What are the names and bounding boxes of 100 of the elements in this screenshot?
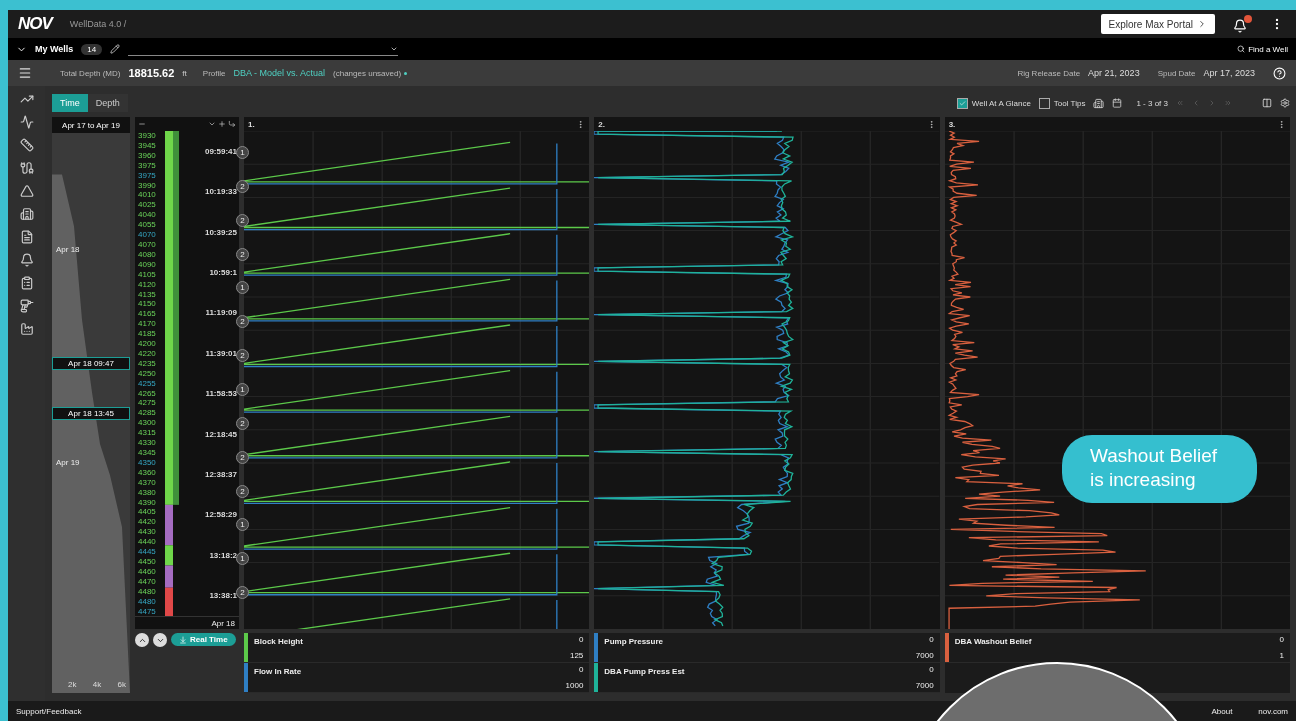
legend-max: 1000 xyxy=(565,681,584,690)
range-handle[interactable]: Apr 18 09:47 xyxy=(52,357,130,370)
rig-release-date: Apr 21, 2023 xyxy=(1088,68,1140,78)
factory-icon[interactable] xyxy=(19,322,34,336)
depth-label: 4380 xyxy=(137,487,157,497)
rig-release-label: Rig Release Date xyxy=(1017,68,1081,78)
legend-name: DBA Washout Belief xyxy=(953,636,1033,648)
drill-icon[interactable] xyxy=(19,299,34,313)
depth-label: 4430 xyxy=(137,527,157,537)
portal-button[interactable]: Explore Max Portal xyxy=(1100,14,1215,34)
more-icon[interactable] xyxy=(1277,119,1286,129)
depth-label: 3990 xyxy=(137,180,157,190)
panel-title: 1. xyxy=(248,119,255,129)
bell-icon[interactable] xyxy=(19,253,34,267)
depth-label: 4460 xyxy=(137,566,157,576)
depth-label: 4055 xyxy=(137,220,157,230)
ruler-icon[interactable] xyxy=(19,138,34,152)
legend-min: 0 xyxy=(578,665,584,674)
axis-label: 4k xyxy=(92,680,102,689)
document-icon[interactable] xyxy=(19,230,34,244)
depth-label: 4475 xyxy=(137,606,157,616)
plus-icon[interactable] xyxy=(218,120,226,128)
depth-label: 4090 xyxy=(137,259,157,269)
chevron-icon[interactable] xyxy=(208,120,216,128)
depth-label: 4135 xyxy=(137,289,157,299)
legend-name: Flow In Rate xyxy=(253,666,303,678)
depth-label: 4480 xyxy=(137,586,157,596)
total-depth-value: 18815.62 xyxy=(128,67,175,79)
depth-label: 4330 xyxy=(137,438,157,448)
building-icon[interactable] xyxy=(19,207,34,221)
legend-name: Pump Pressure xyxy=(603,636,665,648)
depth-label: 3975 xyxy=(137,160,157,170)
pencil-icon[interactable] xyxy=(110,44,121,54)
event-marker[interactable]: 2 xyxy=(236,247,249,261)
scroll-down-button[interactable] xyxy=(153,633,167,647)
time-label: 13:38:1 xyxy=(209,591,237,601)
profile-name: DBA - Model vs. Actual xyxy=(233,68,326,78)
paging-text: 1 - 3 of 3 xyxy=(1136,98,1168,108)
axis-label: 2k xyxy=(68,680,77,689)
event-marker[interactable]: 1 xyxy=(236,383,249,396)
legend-min: 0 xyxy=(1279,635,1284,644)
depth-label: 4480 xyxy=(137,596,157,606)
cable-icon[interactable] xyxy=(19,161,34,175)
settings-icon[interactable] xyxy=(1280,98,1290,108)
calendar-icon[interactable] xyxy=(1112,98,1123,108)
depth-label: 4285 xyxy=(137,408,157,418)
total-depth-label: Total Depth (MD) xyxy=(60,68,121,78)
panel-title: 2. xyxy=(598,119,605,129)
panel-title: 3. xyxy=(948,119,956,129)
depth-label: 3945 xyxy=(137,140,157,150)
depth-label: 4070 xyxy=(137,239,157,249)
time-label: 12:58:29 xyxy=(204,510,237,520)
check-icon xyxy=(958,99,966,107)
legend-min: 0 xyxy=(578,635,584,644)
time-label: 10:39:25 xyxy=(204,227,237,237)
clipboard-icon[interactable] xyxy=(19,276,34,290)
depth-label: 3975 xyxy=(137,170,157,180)
menu-icon[interactable] xyxy=(18,66,32,80)
depth-label: 4405 xyxy=(137,507,157,517)
notification-button[interactable] xyxy=(1233,15,1252,33)
scroll-up-button[interactable] xyxy=(135,633,149,647)
callout-bubble: Washout Belief is increasing xyxy=(1062,435,1257,503)
depth-label: 4250 xyxy=(137,368,157,378)
chevron-icon xyxy=(1197,19,1207,29)
event-marker[interactable]: 1 xyxy=(236,145,249,159)
time-label: 12:18:45 xyxy=(204,429,237,439)
depth-label: 4300 xyxy=(137,418,157,428)
view-tab[interactable]: Depth xyxy=(87,94,128,112)
depth-label: 4170 xyxy=(137,319,157,329)
profile-label: Profile xyxy=(202,68,226,78)
option-checkbox[interactable]: Tool Tips xyxy=(1038,97,1086,109)
time-label: 09:59:41 xyxy=(204,146,237,156)
time-label: 12:38:37 xyxy=(204,469,237,479)
spud-label: Spud Date xyxy=(1157,68,1196,78)
date-range: Apr 17 to Apr 19 xyxy=(52,117,130,133)
depth-label: 4080 xyxy=(137,249,157,259)
depth-label: 4315 xyxy=(137,428,157,438)
breadcrumb: WellData 4.0 / xyxy=(69,19,128,29)
wells-label: My Wells xyxy=(35,44,74,54)
footer-link[interactable]: About xyxy=(1211,706,1233,716)
option-checkbox[interactable]: Well At A Glance xyxy=(956,97,1031,109)
download-icon xyxy=(179,635,187,644)
range-handle[interactable]: Apr 18 13:45 xyxy=(52,407,130,421)
legend-max: 7000 xyxy=(915,681,934,690)
support-link[interactable]: Support/Feedback xyxy=(16,706,82,716)
activity-icon[interactable] xyxy=(19,115,34,129)
find-well-link[interactable]: Find a Well xyxy=(1237,44,1288,54)
columns-icon[interactable] xyxy=(1262,98,1272,108)
event-marker[interactable]: 2 xyxy=(236,416,249,430)
footer-link[interactable]: nov.com xyxy=(1258,706,1288,716)
help-icon[interactable] xyxy=(1273,66,1286,80)
depth-label: 4070 xyxy=(137,230,157,240)
legend-name: DBA Pump Press Est xyxy=(603,666,686,678)
time-label: 10:59:1 xyxy=(209,267,237,277)
depth-label: 4235 xyxy=(137,358,157,368)
profile-status: (changes unsaved) xyxy=(333,68,408,78)
spud-date: Apr 17, 2023 xyxy=(1203,68,1255,78)
depth-label: 4200 xyxy=(137,339,157,349)
depth-label: 4390 xyxy=(137,497,157,507)
corner-arrow-icon[interactable] xyxy=(228,120,236,128)
